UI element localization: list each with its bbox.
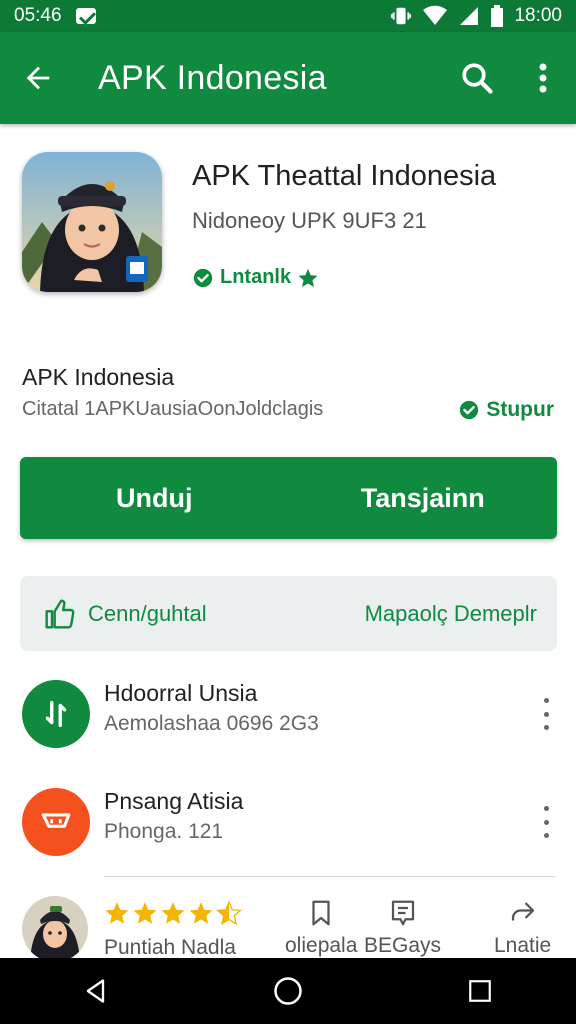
- nav-back-icon: [86, 979, 105, 1003]
- like-label: Cenn/guhtal: [88, 600, 207, 626]
- app-header: APK Theattal Indonesia Nidoneoy UPK 9UF3…: [0, 124, 576, 334]
- battery-icon: [491, 5, 504, 27]
- tab-reviews[interactable]: BEGays: [364, 898, 441, 958]
- star-icon: [133, 902, 157, 924]
- thumbs-up-icon: [45, 598, 75, 629]
- like-button[interactable]: Cenn/guhtal: [44, 598, 207, 630]
- app-name: APK Theattal Indonesia: [192, 160, 497, 192]
- search-icon: [462, 63, 493, 94]
- star-half-icon: [216, 900, 242, 925]
- share-icon: [511, 902, 534, 921]
- info-subtitle: Citatal 1APKUausiaOonJoldclagis: [22, 398, 324, 420]
- bottom-tab-bar: Puntiah Nadla oliepala BEGays Lnatie: [0, 890, 576, 962]
- star-icon: [298, 268, 318, 287]
- rating-stars: [104, 900, 242, 926]
- star-icon: [189, 902, 213, 924]
- divider: [104, 876, 556, 877]
- more-vert-icon[interactable]: [536, 802, 556, 842]
- nav-home-icon: [274, 977, 302, 1005]
- more-vert-icon[interactable]: [536, 694, 556, 734]
- app-icon[interactable]: [22, 152, 162, 292]
- more-vert-icon: [539, 63, 547, 93]
- user-avatar[interactable]: [22, 896, 88, 962]
- support-check-icon: [460, 400, 479, 420]
- list-item-title: Pnsang Atisia: [104, 788, 244, 814]
- page-title: APK Indonesia: [98, 58, 327, 97]
- avatar-illustration-small: [22, 896, 88, 962]
- nav-recents-button[interactable]: [450, 961, 510, 1021]
- back-button[interactable]: [0, 32, 76, 124]
- wifi-icon: [423, 5, 448, 25]
- tab-bookmark[interactable]: oliepala: [285, 898, 357, 958]
- app-developer: Nidoneoy UPK 9UF3 21: [192, 208, 427, 233]
- more-info-link[interactable]: Mapaolç Demeplr: [365, 601, 537, 627]
- cart-avatar: [22, 788, 90, 856]
- tab-share[interactable]: Lnatie: [494, 898, 551, 958]
- more-options-button[interactable]: [510, 32, 576, 124]
- system-nav-bar: [0, 958, 576, 1024]
- star-icon: [161, 902, 185, 924]
- support-link[interactable]: Stupur: [458, 398, 554, 422]
- rating-label: Puntiah Nadla: [104, 936, 236, 959]
- nav-home-button[interactable]: [258, 961, 318, 1021]
- download-button[interactable]: Unduj: [20, 457, 289, 539]
- search-button[interactable]: [444, 32, 510, 124]
- avatar-illustration: [22, 152, 162, 292]
- arrow-back-icon: [26, 66, 50, 90]
- verified-check-icon: [193, 268, 213, 287]
- status-time-left: 05:46: [14, 5, 62, 26]
- tab-label: oliepala: [285, 934, 358, 957]
- info-section: APK Indonesia Citatal 1APKUausiaOonJoldc…: [0, 356, 576, 446]
- download-arrows-icon: [45, 700, 67, 728]
- star-icon: [105, 902, 129, 924]
- download-arrow-avatar: [22, 680, 90, 748]
- nav-back-button[interactable]: [66, 961, 126, 1021]
- status-time-right: 18:00: [514, 5, 562, 26]
- app-bar: APK Indonesia: [0, 32, 576, 124]
- notification-icon: [75, 8, 96, 24]
- secondary-action-bar: Cenn/guhtal Mapaolç Demeplr: [20, 576, 557, 651]
- list-item-subtitle: Phonga. 121: [104, 820, 224, 843]
- support-label: Stupur: [486, 398, 554, 421]
- vibrate-icon: [391, 7, 412, 25]
- signal-icon: [460, 7, 479, 25]
- primary-action-bar: Unduj Tansjainn: [20, 457, 557, 539]
- tab-label: BEGays: [364, 934, 442, 957]
- tab-label: Lnatie: [494, 934, 552, 957]
- nav-recents-icon: [469, 980, 491, 1002]
- verified-badge[interactable]: Lntanlk: [192, 266, 319, 289]
- list-item-subtitle: Aemolashaa 0696 2G3: [104, 712, 319, 735]
- bookmark-icon: [312, 900, 330, 926]
- info-title: APK Indonesia: [22, 364, 175, 390]
- review-icon: [391, 900, 414, 926]
- list-item-title: Hdoorral Unsia: [104, 680, 258, 706]
- shopping-cart-icon: [41, 813, 71, 828]
- badge-label: Lntanlk: [220, 266, 292, 288]
- install-button[interactable]: Tansjainn: [289, 457, 558, 539]
- list-item[interactable]: Pnsang Atisia Phonga. 121: [0, 772, 576, 872]
- status-bar: 05:46 18:00: [0, 0, 576, 32]
- list-item[interactable]: Hdoorral Unsia Aemolashaa 0696 2G3: [0, 664, 576, 764]
